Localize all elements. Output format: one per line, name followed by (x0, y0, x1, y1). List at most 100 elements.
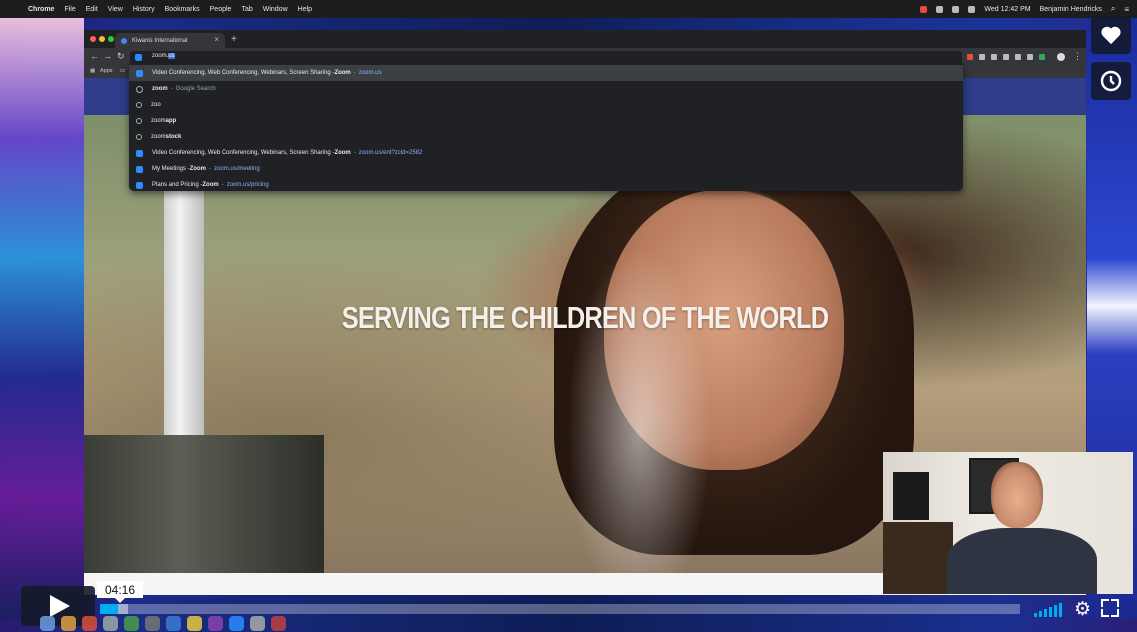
dock-app-icon[interactable] (124, 616, 139, 631)
dock-app-icon[interactable] (271, 616, 286, 631)
suggestion-text: zoom (151, 118, 166, 124)
zoom-window-icon[interactable] (108, 36, 114, 42)
watch-later-button[interactable] (1091, 62, 1131, 100)
menubar-clock[interactable]: Wed 12:42 PM (984, 6, 1030, 13)
suggestion-text: Video Conferencing, Web Conferencing, We… (152, 70, 335, 76)
dock-app-icon[interactable] (103, 616, 118, 631)
search-icon (136, 134, 142, 140)
back-icon[interactable]: ← (90, 51, 99, 61)
tab-title: Kiwanis International (132, 37, 188, 44)
omnibox-suggestion[interactable]: My Meetings - Zoom - zoom.us/meeting (129, 161, 963, 177)
suggestion-url: zoom.us/ent?zcid=2582 (358, 150, 423, 156)
suggestion-url: zoom.us/pricing (226, 182, 269, 188)
minimize-window-icon[interactable] (99, 36, 105, 42)
extension-icon[interactable] (1015, 54, 1021, 60)
suggestion-match: Zoom (189, 166, 207, 172)
omnibox-suggestion[interactable]: zoom stock (129, 129, 963, 145)
menu-edit[interactable]: Edit (86, 6, 98, 13)
menu-help[interactable]: Help (298, 6, 312, 13)
spotlight-icon[interactable]: ⌕ (1111, 4, 1115, 14)
suggestion-source: Google Search (175, 86, 216, 92)
suggestion-separator: - (353, 70, 356, 76)
menu-window[interactable]: Window (263, 6, 288, 13)
omnibox-input[interactable]: zoom.us (152, 53, 175, 59)
dock-app-icon[interactable] (229, 616, 244, 631)
extension-icon[interactable] (991, 54, 997, 60)
reload-icon[interactable]: ↻ (117, 51, 125, 62)
notification-center-icon[interactable]: ≡ (1124, 5, 1129, 14)
omnibox-suggestion[interactable]: zoom - Google Search (129, 81, 963, 97)
dock-app-icon[interactable] (61, 616, 76, 631)
menu-tab[interactable]: Tab (241, 6, 252, 13)
extension-icon[interactable] (1039, 54, 1045, 60)
suggestion-text: zoo (151, 102, 161, 108)
play-icon (50, 595, 70, 617)
profile-avatar[interactable] (1057, 53, 1065, 61)
tab-kiwanis[interactable]: Kiwanis International × (115, 33, 225, 48)
extension-icon[interactable] (967, 54, 973, 60)
tray-icon[interactable] (936, 5, 944, 13)
dock-app-icon[interactable] (40, 616, 55, 631)
suggestion-text: My Meetings - (152, 166, 190, 172)
progress-bar[interactable] (100, 604, 1020, 614)
zoom-favicon-icon (136, 69, 143, 77)
dock-app-icon[interactable] (166, 616, 181, 631)
extension-icon[interactable] (979, 54, 985, 60)
dock-app-icon[interactable] (250, 616, 265, 631)
extension-icon[interactable] (1027, 54, 1033, 60)
close-window-icon[interactable] (90, 36, 96, 42)
presenter-head (991, 462, 1043, 528)
bookmark-folder-icon[interactable]: ▭ (120, 68, 125, 74)
menu-people[interactable]: People (210, 6, 232, 13)
menu-history[interactable]: History (133, 6, 155, 13)
zoom-favicon-icon (136, 165, 143, 173)
fullscreen-icon[interactable] (1101, 599, 1119, 617)
dock-app-icon[interactable] (145, 616, 160, 631)
dock-app-icon[interactable] (82, 616, 97, 631)
tab-close-icon[interactable]: × (214, 35, 219, 44)
suggestion-match: Zoom (202, 182, 219, 188)
record-icon[interactable] (920, 5, 928, 13)
like-button[interactable] (1091, 16, 1131, 54)
extension-icon[interactable] (1003, 54, 1009, 60)
webcam-monitor-image (893, 472, 929, 520)
dock-app-icon[interactable] (187, 616, 202, 631)
suggestion-text: Plans and Pricing - (152, 182, 203, 188)
new-tab-button[interactable]: + (231, 34, 237, 45)
wifi-icon[interactable] (952, 5, 960, 13)
omnibox-suggestions: Video Conferencing, Web Conferencing, We… (129, 63, 963, 191)
zoom-favicon-icon (135, 54, 142, 61)
suggestion-match: Zoom (334, 70, 351, 76)
current-time-tooltip: 04:16 (97, 581, 143, 603)
suggestion-match: zoom (152, 86, 168, 92)
dock-app-icon[interactable] (208, 616, 223, 631)
forward-icon[interactable]: → (103, 51, 112, 61)
suggestion-match: app (165, 118, 177, 124)
omnibox-suggestion[interactable]: Video Conferencing, Web Conferencing, We… (129, 145, 963, 161)
volume-tray-icon[interactable] (968, 5, 976, 13)
chrome-menu-icon[interactable]: ⋮ (1073, 51, 1082, 62)
bookmark-apps[interactable]: Apps (100, 68, 113, 74)
omnibox-suggestion[interactable]: Video Conferencing, Web Conferencing, We… (129, 65, 963, 81)
menubar-user[interactable]: Benjamin Hendricks (1040, 6, 1102, 13)
omnibox-suggestion[interactable]: zoom app (129, 113, 963, 129)
menu-app-name[interactable]: Chrome (28, 6, 54, 13)
menu-view[interactable]: View (108, 6, 123, 13)
suggestion-separator: - (170, 86, 173, 92)
menu-file[interactable]: File (64, 6, 75, 13)
mac-dock (40, 615, 1080, 632)
search-icon (136, 102, 142, 108)
menu-bookmarks[interactable]: Bookmarks (165, 6, 200, 13)
progress-played (100, 604, 118, 614)
suggestion-match: Zoom (334, 150, 351, 156)
water-splash-image (554, 215, 724, 573)
suggestion-separator: - (209, 166, 212, 172)
suggestion-separator: - (353, 150, 356, 156)
suggestion-separator: - (221, 182, 224, 188)
suggestion-match: stock (165, 134, 182, 140)
omnibox-suggestion[interactable]: Plans and Pricing - Zoom - zoom.us/prici… (129, 177, 963, 193)
apps-grid-icon[interactable]: ▦ (90, 68, 95, 74)
hero-headline: SERVING THE CHILDREN OF THE WORLD (341, 300, 829, 335)
mac-menu-bar: Chrome File Edit View History Bookmarks … (0, 0, 1137, 18)
omnibox-suggestion[interactable]: zoo (129, 97, 963, 113)
